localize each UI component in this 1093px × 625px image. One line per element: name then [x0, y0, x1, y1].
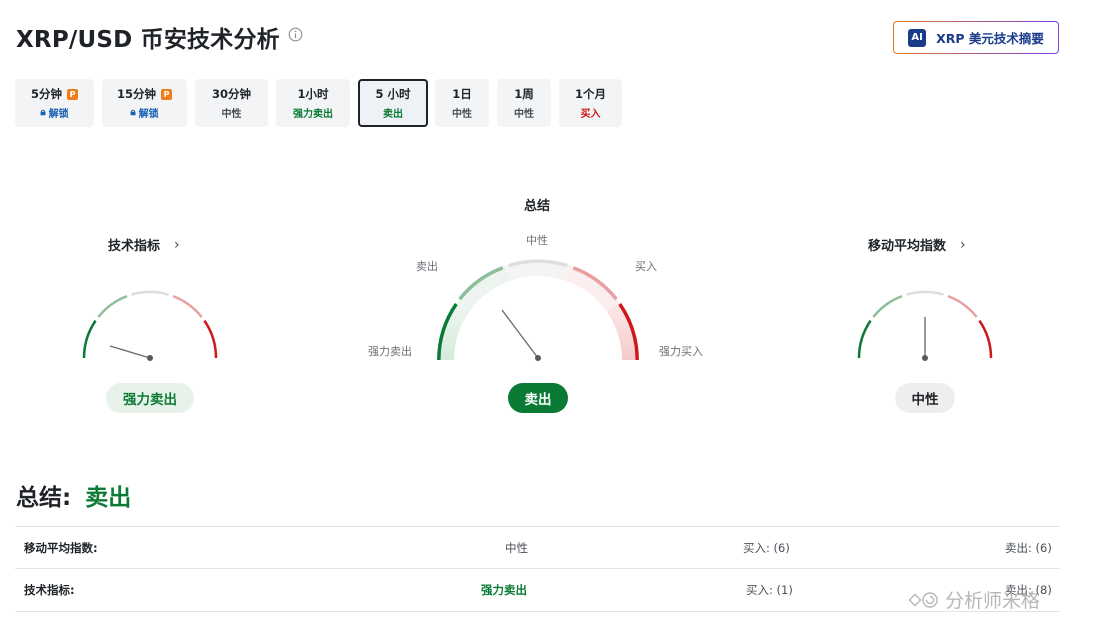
gauge-arc-sell — [97, 294, 128, 318]
tab-status: 解锁 — [48, 109, 69, 120]
tab-label: 1个月 — [574, 87, 606, 101]
chevron-right-icon: › — [174, 236, 180, 253]
gauge-pivot — [535, 355, 541, 361]
technical-gauge-title-text: 技术指标 — [108, 239, 161, 254]
lock-icon: 🔒︎ — [40, 107, 46, 118]
tab-1w[interactable]: 1周 中性 — [497, 79, 551, 127]
page-title: XRP/USD 币安技术分析 — [16, 20, 303, 54]
tab-status: 卖出 — [383, 109, 403, 120]
gauge-arc-buy — [947, 294, 978, 318]
moving-averages-gauge — [857, 290, 993, 361]
row-name: 移动平均指数: — [24, 541, 98, 555]
tab-label: 1周 — [514, 87, 534, 101]
tab-label: 5分钟 — [30, 87, 62, 101]
summary-gauge-title-text: 总结 — [524, 199, 551, 214]
chevron-right-icon: › — [960, 236, 966, 253]
watermark: 分析师米格 — [905, 586, 1040, 613]
tab-label: 30分钟 — [211, 87, 251, 101]
tab-1mo[interactable]: 1个月 买入 — [559, 79, 622, 127]
info-icon[interactable] — [288, 27, 303, 42]
tab-status: 买入 — [580, 109, 601, 120]
tab-1h[interactable]: 1小时 强力卖出 — [276, 79, 350, 127]
technical-gauge-title[interactable]: 技术指标 › — [108, 235, 180, 255]
moving-averages-gauge-title[interactable]: 移动平均指数 › — [868, 235, 966, 255]
premium-icon: P — [67, 88, 78, 100]
gauge-needle — [501, 309, 539, 359]
gauge-label-neutral: 中性 — [526, 234, 548, 247]
gauge-arc-strong-sell — [82, 319, 97, 359]
gauge-pivot — [922, 355, 928, 361]
technical-gauge — [82, 290, 218, 361]
technical-reading-badge: 强力卖出 — [106, 383, 194, 413]
gauge-needle — [109, 345, 151, 359]
summary-reading-badge: 卖出 — [508, 383, 568, 413]
row-status: 强力卖出 — [481, 583, 527, 597]
gauge-arc-sell — [872, 294, 903, 318]
gauge-band-sell — [456, 265, 511, 312]
table-row-moving-averages: 移动平均指数: 中性 买入: (6) 卖出: (6) — [15, 526, 1060, 569]
gauge-label-strong-buy: 强力买入 — [659, 345, 703, 358]
tab-status: 中性 — [452, 109, 472, 120]
tab-label: 5 小时 — [375, 87, 411, 101]
gauge-arc-neutral — [131, 290, 169, 296]
summary-gauge-title: 总结 — [524, 195, 550, 214]
summary-value: 卖出 — [85, 485, 132, 511]
table-row-technical: 技术指标: 强力卖出 买入: (1) 卖出: (8) — [15, 568, 1060, 612]
gauge-band-buy — [565, 265, 620, 312]
gauge-pivot — [147, 355, 153, 361]
summary-label: 总结: — [16, 485, 72, 511]
tab-15m[interactable]: 15分钟 P 🔒︎ 解锁 — [102, 79, 187, 127]
row-buy-count: 买入: (1) — [746, 583, 793, 597]
ai-icon: AI — [908, 28, 927, 47]
tab-5h[interactable]: 5 小时 卖出 — [358, 79, 428, 127]
summary-gauge — [437, 259, 639, 361]
premium-icon: P — [161, 88, 172, 100]
gauge-arc-neutral — [906, 290, 944, 296]
tab-label: 1小时 — [297, 87, 329, 101]
tab-status: 强力卖出 — [293, 109, 333, 120]
tab-label: 1日 — [452, 87, 472, 101]
watermark-text: 分析师米格 — [945, 590, 1041, 612]
tab-1d[interactable]: 1日 中性 — [435, 79, 489, 127]
tab-label: 15分钟 — [116, 87, 156, 101]
row-sell-count: 卖出: (6) — [1005, 541, 1052, 555]
lock-icon: 🔒︎ — [130, 107, 136, 118]
ai-summary-button[interactable]: AI XRP 美元技术摘要 — [893, 21, 1059, 54]
tab-5m[interactable]: 5分钟 P 🔒︎ 解锁 — [15, 79, 94, 127]
row-name: 技术指标: — [24, 583, 75, 597]
gauge-arc-strong-buy — [978, 319, 993, 359]
gauge-arc-strong-buy — [203, 319, 218, 359]
binance-logo-icon — [908, 591, 938, 608]
tab-status: 中性 — [221, 109, 242, 120]
tab-status: 解锁 — [138, 109, 159, 120]
gauge-arc-strong-sell — [857, 319, 872, 359]
tab-status: 中性 — [514, 109, 534, 120]
gauge-label-strong-sell: 强力卖出 — [368, 345, 412, 358]
ai-summary-label: XRP 美元技术摘要 — [936, 31, 1044, 46]
page-title-text: XRP/USD 币安技术分析 — [16, 27, 280, 53]
tab-30m[interactable]: 30分钟 中性 — [195, 79, 268, 127]
row-status: 中性 — [505, 541, 528, 555]
summary-headline: 总结: 卖出 — [16, 478, 131, 512]
moving-averages-reading-badge: 中性 — [895, 383, 955, 413]
moving-averages-gauge-title-text: 移动平均指数 — [868, 239, 947, 254]
row-buy-count: 买入: (6) — [743, 541, 790, 555]
technical-analysis-page: XRP/USD 币安技术分析 AI XRP 美元技术摘要 5分钟 P 🔒︎ 解锁 1… — [0, 0, 1093, 625]
gauge-arc-buy — [172, 294, 203, 318]
